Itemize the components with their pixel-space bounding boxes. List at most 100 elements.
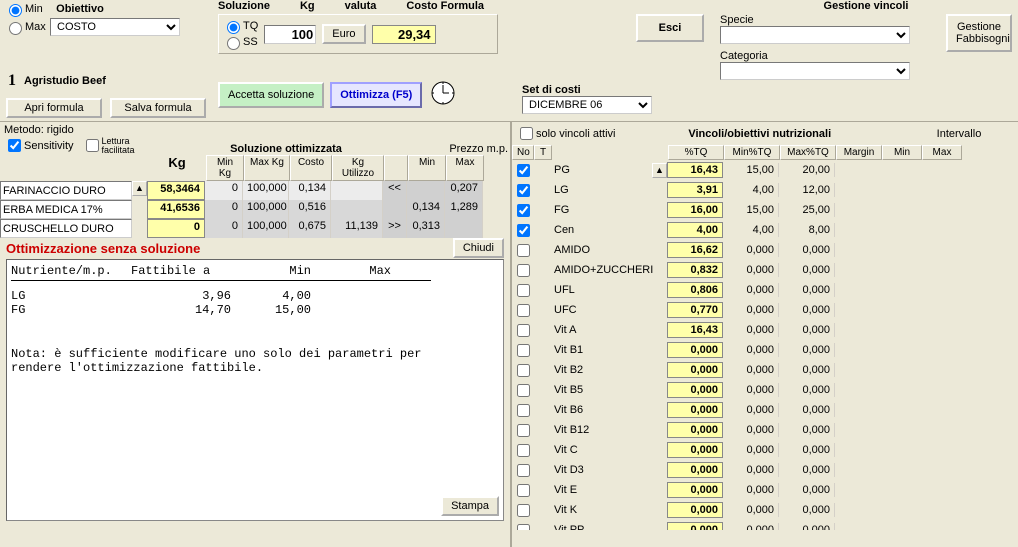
nutrient-value: 16,43 xyxy=(667,322,723,338)
nutrient-row: Vit B120,0000,0000,000 xyxy=(512,420,1018,440)
tq-label: TQ xyxy=(243,20,258,32)
nutrient-name: Vit B2 xyxy=(552,364,652,376)
nutrient-value: 3,91 xyxy=(667,182,723,198)
nutrient-max: 25,00 xyxy=(779,203,835,217)
nutrient-max: 0,000 xyxy=(779,443,835,457)
ingredient-pmin: 0,134 xyxy=(407,200,445,219)
obj-min-radio[interactable] xyxy=(9,4,22,17)
nutrient-check[interactable] xyxy=(517,384,530,397)
nutrient-check[interactable] xyxy=(517,264,530,277)
nutrient-max: 0,000 xyxy=(779,483,835,497)
tq-radio[interactable] xyxy=(227,21,240,34)
nutrient-check[interactable] xyxy=(517,464,530,477)
nutrient-name: UFL xyxy=(552,284,652,296)
nutrient-min: 0,000 xyxy=(723,423,779,437)
nutrient-name: Vit B12 xyxy=(552,424,652,436)
kg-col-header: Kg xyxy=(148,155,206,181)
ingredient-row: 41,65360100,0000,5160,1341,289 xyxy=(0,200,510,219)
scroll-up-icon[interactable]: ▲ xyxy=(132,181,147,196)
nutrient-check[interactable] xyxy=(517,284,530,297)
nutrient-min: 0,000 xyxy=(723,323,779,337)
solo-vincoli-label: solo vincoli attivi xyxy=(536,128,615,140)
sensitivity-check[interactable] xyxy=(8,139,21,152)
nutrient-check[interactable] xyxy=(517,344,530,357)
nutrient-min: 4,00 xyxy=(723,223,779,237)
soluzione-ottimizzata-title: Soluzione ottimizzata xyxy=(152,143,420,155)
nutrient-check[interactable] xyxy=(517,164,530,177)
nota-text: Nota: è sufficiente modificare uno solo … xyxy=(11,347,471,375)
gestione-vincoli-label: Gestione vincoli xyxy=(720,0,1012,12)
scroll-up-icon[interactable]: ▲ xyxy=(652,163,667,178)
obj-max-label: Max xyxy=(25,21,46,33)
nutrient-min: 15,00 xyxy=(723,163,779,177)
nutrient-check[interactable] xyxy=(517,364,530,377)
nutrient-max: 0,000 xyxy=(779,423,835,437)
maxkg-header: Max Kg xyxy=(244,155,290,181)
nutrient-name: Vit B1 xyxy=(552,344,652,356)
nutrient-check[interactable] xyxy=(517,224,530,237)
ottimizza-button[interactable]: Ottimizza (F5) xyxy=(330,82,422,108)
t-header[interactable]: T xyxy=(534,145,552,160)
ingredient-name-input[interactable] xyxy=(0,181,132,200)
ingredient-util xyxy=(331,181,383,200)
nutrient-check[interactable] xyxy=(517,484,530,497)
nutrient-name: AMIDO+ZUCCHERI xyxy=(552,264,652,276)
ingredient-max: 100,000 xyxy=(243,219,289,238)
ingredient-costo: 0,675 xyxy=(289,219,331,238)
nutrient-value: 0,000 xyxy=(667,442,723,458)
nutrient-max: 0,000 xyxy=(779,263,835,277)
ingredient-name-input[interactable] xyxy=(0,200,132,219)
nutrient-check[interactable] xyxy=(517,324,530,337)
obiettivo-select[interactable]: COSTO xyxy=(50,18,180,36)
kg-label: Kg xyxy=(300,0,315,12)
currency-button[interactable]: Euro xyxy=(322,24,365,44)
set-di-costi-select[interactable]: DICEMBRE 06 xyxy=(522,96,652,114)
nutrient-check[interactable] xyxy=(517,244,530,257)
stampa-button[interactable]: Stampa xyxy=(441,496,499,516)
nutrient-row: Vit B10,0000,0000,000 xyxy=(512,340,1018,360)
nutrient-min: 0,000 xyxy=(723,363,779,377)
ss-label: SS xyxy=(243,36,258,48)
nutrient-check[interactable] xyxy=(517,424,530,437)
ingredient-min: 0 xyxy=(205,200,243,219)
set-di-costi-label: Set di costi xyxy=(522,84,652,96)
ss-radio[interactable] xyxy=(227,37,240,50)
nutrient-name: Vit A xyxy=(552,324,652,336)
nutrient-max: 0,000 xyxy=(779,503,835,517)
nutrient-check[interactable] xyxy=(517,184,530,197)
nutrient-name: Vit C xyxy=(552,444,652,456)
lettura-check[interactable] xyxy=(86,139,99,152)
no-header[interactable]: No xyxy=(512,145,534,160)
salva-formula-button[interactable]: Salva formula xyxy=(110,98,206,118)
ingredient-name-input[interactable] xyxy=(0,219,132,238)
nutrient-check[interactable] xyxy=(517,444,530,457)
specie-select[interactable] xyxy=(720,26,910,44)
nutrient-value: 0,770 xyxy=(667,302,723,318)
metodo-label: Metodo: rigido xyxy=(4,124,152,136)
nutrient-check[interactable] xyxy=(517,524,530,531)
gestione-fabbisogni-button[interactable]: Gestione Fabbisogni xyxy=(946,14,1012,52)
nutrient-max: 0,000 xyxy=(779,243,835,257)
ingredient-kg: 0 xyxy=(147,219,205,238)
obj-max-radio[interactable] xyxy=(9,22,22,35)
nutrient-name: Vit D3 xyxy=(552,464,652,476)
accetta-soluzione-button[interactable]: Accetta soluzione xyxy=(218,82,324,108)
nutrient-check[interactable] xyxy=(517,204,530,217)
lettura-label: Lettura facilitata xyxy=(102,137,152,155)
apri-formula-button[interactable]: Apri formula xyxy=(6,98,102,118)
nutrient-check[interactable] xyxy=(517,504,530,517)
margin-header: Margin xyxy=(836,145,882,160)
qty-input[interactable] xyxy=(264,25,316,44)
solo-vincoli-check[interactable] xyxy=(520,127,533,140)
nutrient-min: 0,000 xyxy=(723,243,779,257)
nutrient-check[interactable] xyxy=(517,404,530,417)
categoria-label: Categoria xyxy=(720,50,940,62)
ingredient-costo: 0,134 xyxy=(289,181,331,200)
nutrient-check[interactable] xyxy=(517,304,530,317)
categoria-select[interactable] xyxy=(720,62,910,80)
ingredient-max: 100,000 xyxy=(243,200,289,219)
esci-button[interactable]: Esci xyxy=(636,14,704,42)
chiudi-button[interactable]: Chiudi xyxy=(453,238,504,258)
clock-icon xyxy=(430,80,456,109)
ingredient-costo: 0,516 xyxy=(289,200,331,219)
